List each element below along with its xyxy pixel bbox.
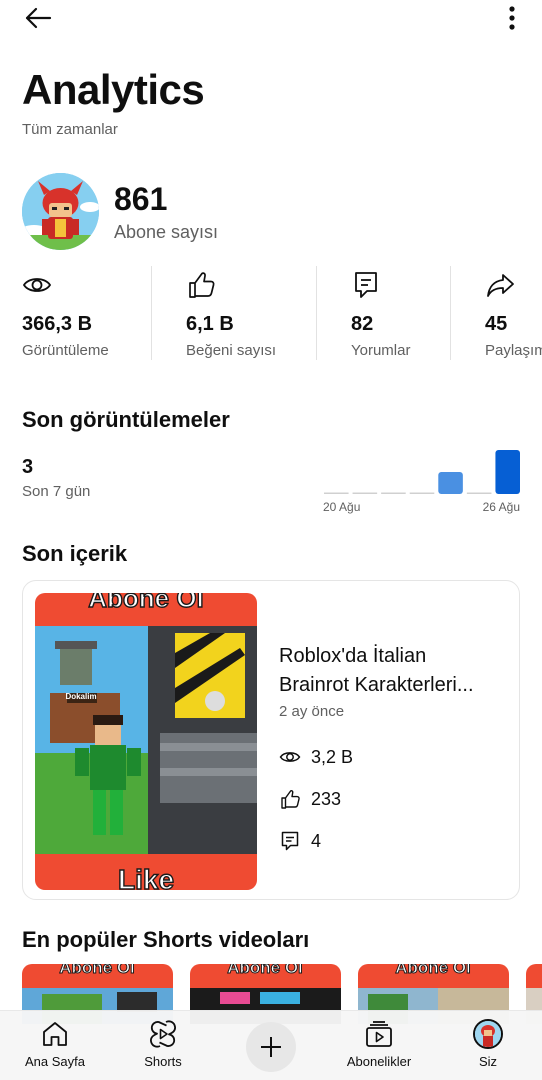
- dragon-avatar-icon: [22, 173, 99, 250]
- comment-icon: [281, 831, 299, 851]
- chart-bar: [438, 472, 463, 494]
- short-label: Abone Ol: [395, 964, 471, 977]
- recent-views-period: Son 7 gün: [22, 483, 91, 500]
- page-subtitle: Tüm zamanlar: [22, 121, 118, 138]
- stat-views-label: Görüntüleme: [22, 342, 109, 359]
- recent-views-value: 3: [22, 456, 34, 478]
- subscriptions-icon: [366, 1021, 392, 1047]
- recent-views-bars: [324, 450, 520, 494]
- channel-summary: 861 Abone sayısı: [22, 173, 522, 251]
- nav-you-label: Siz: [478, 1054, 498, 1069]
- chart-bar-empty: [466, 492, 492, 494]
- nav-subscriptions[interactable]: Abonelikler: [336, 1011, 422, 1080]
- back-button[interactable]: [22, 4, 54, 32]
- stat-shares-label: Paylaşım: [485, 342, 542, 359]
- chart-bar-empty: [409, 492, 435, 494]
- dragon-avatar-icon: [475, 1021, 501, 1047]
- latest-video-thumbnail[interactable]: Abone Ol Like Dokalim: [35, 593, 257, 890]
- latest-video-views-value: 3,2 B: [311, 746, 354, 767]
- latest-video-likes: 233: [279, 787, 341, 811]
- more-vert-icon: [509, 6, 515, 30]
- popular-shorts-title: En popüler Shorts videoları: [22, 927, 310, 952]
- recent-views-chart: 20 Ağu 26 Ağu: [322, 440, 522, 520]
- recent-views-title: Son görüntülemeler: [22, 407, 230, 432]
- latest-video-comments-value: 4: [311, 830, 322, 851]
- comment-icon: [355, 272, 377, 298]
- stat-divider: [151, 266, 152, 360]
- short-label: Abone Ol: [59, 964, 135, 977]
- nav-shorts[interactable]: Shorts: [128, 1011, 198, 1080]
- thumbs-up-icon: [281, 790, 300, 809]
- nav-subscriptions-label: Abonelikler: [346, 1054, 412, 1069]
- plus-icon: [261, 1037, 281, 1057]
- stat-likes-label: Beğeni sayısı: [186, 342, 277, 359]
- video-title-line-2: Brainrot Karakterleri...: [279, 674, 474, 696]
- chart-bar-empty: [381, 492, 406, 494]
- thumbnail-top-text: Abone Ol: [88, 593, 204, 613]
- stats-row: 366,3 B Görüntüleme 6,1 B Beğeni sayısı …: [0, 266, 542, 362]
- eye-icon: [22, 278, 52, 292]
- subscriber-label: Abone sayısı: [114, 222, 219, 242]
- top-bar: [0, 0, 542, 40]
- latest-content-title: Son içerik: [22, 541, 128, 566]
- subscriber-count: 861: [114, 181, 168, 217]
- short-label: Abone Ol: [227, 964, 303, 977]
- more-options-button[interactable]: [500, 4, 524, 32]
- nav-home-label: Ana Sayfa: [25, 1054, 85, 1069]
- stat-likes-value: 6,1 B: [186, 313, 234, 335]
- latest-video-title[interactable]: Roblox'da İtalian Brainrot Karakterleri.…: [279, 642, 509, 700]
- latest-video-likes-value: 233: [311, 788, 342, 809]
- stat-shares-value: 45: [485, 313, 508, 335]
- nav-shorts-label: Shorts: [144, 1054, 182, 1069]
- share-icon: [487, 274, 514, 297]
- bottom-navigation: Ana Sayfa Shorts Abonelikler Siz: [0, 1010, 542, 1080]
- chart-end-label: 26 Ağu: [482, 500, 520, 514]
- video-thumbnail-art: Abone Ol Like Dokalim: [35, 593, 257, 890]
- thumbnail-sign-text: Dokalim: [65, 692, 96, 701]
- stat-divider: [450, 266, 451, 360]
- home-icon: [43, 1022, 67, 1046]
- latest-video-views: 3,2 B: [279, 745, 353, 769]
- create-button[interactable]: [246, 1022, 296, 1072]
- chart-bar-empty: [352, 492, 378, 494]
- nav-you[interactable]: Siz: [458, 1011, 518, 1080]
- arrow-left-icon: [25, 7, 52, 29]
- shorts-icon: [150, 1020, 176, 1048]
- latest-video-age: 2 ay önce: [279, 703, 345, 720]
- channel-avatar[interactable]: [22, 173, 99, 250]
- nav-home[interactable]: Ana Sayfa: [20, 1011, 90, 1080]
- page-title: Analytics: [22, 66, 205, 113]
- user-avatar: [473, 1019, 503, 1049]
- eye-icon: [279, 752, 301, 762]
- chart-start-label: 20 Ağu: [323, 500, 361, 514]
- stat-comments-label: Yorumlar: [351, 342, 411, 359]
- chart-bar: [495, 450, 520, 494]
- latest-video-card[interactable]: Abone Ol Like Dokalim Roblox'da İtalian …: [22, 580, 520, 900]
- stat-divider: [316, 266, 317, 360]
- stat-views-value: 366,3 B: [22, 313, 93, 335]
- latest-video-comments: 4: [279, 829, 321, 853]
- stat-comments-value: 82: [351, 313, 374, 335]
- thumbs-up-icon: [189, 272, 215, 298]
- chart-bar-empty: [324, 492, 349, 494]
- video-title-line-1: Roblox'da İtalian: [279, 645, 427, 667]
- thumbnail-bottom-text: Like: [118, 864, 174, 890]
